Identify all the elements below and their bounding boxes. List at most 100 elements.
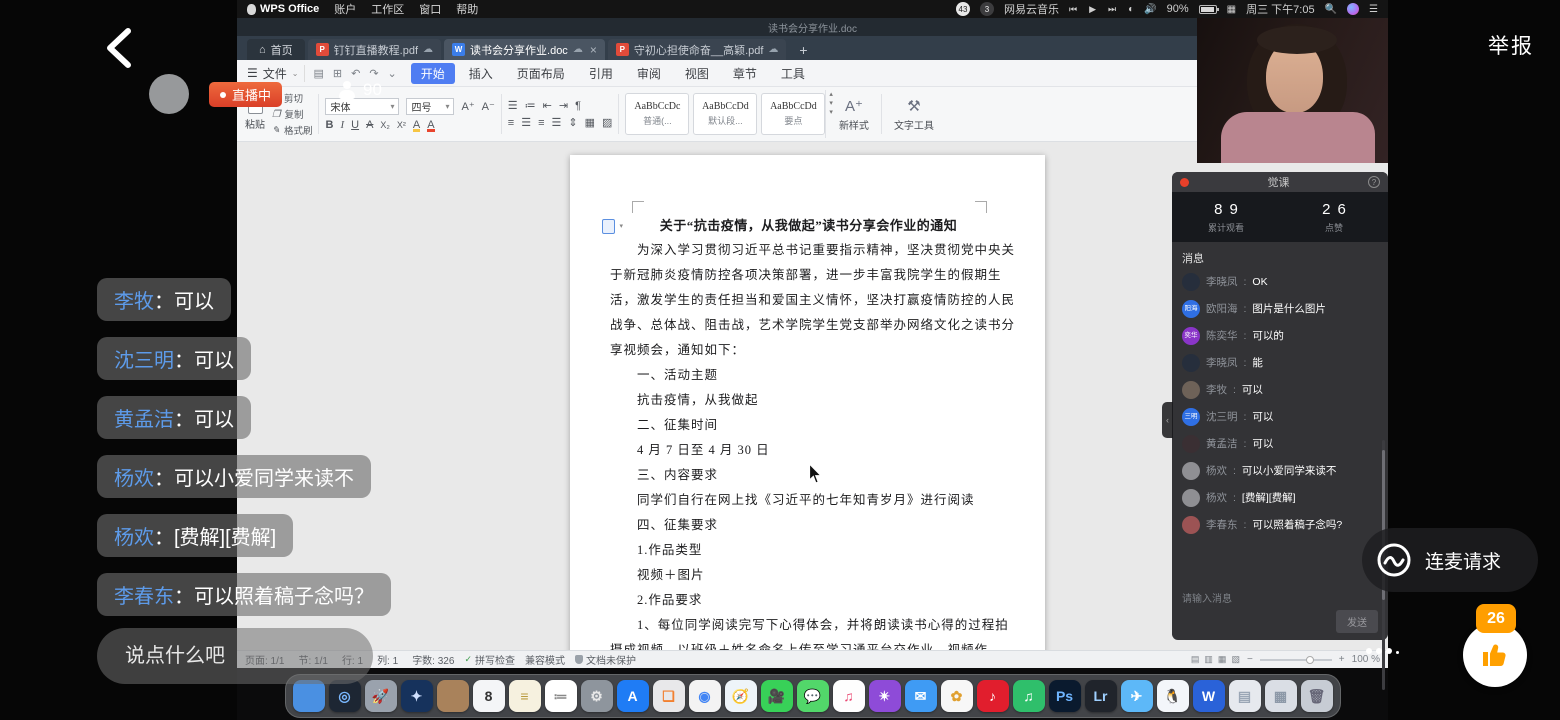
- search-icon[interactable]: 🔍: [1325, 4, 1337, 15]
- style-preset[interactable]: AaBbCcDd 要点: [761, 93, 825, 135]
- shrink-font-button[interactable]: A⁻: [482, 100, 495, 113]
- numbered-list-icon[interactable]: ≔: [525, 99, 536, 112]
- highlight-color-button[interactable]: A: [413, 119, 420, 131]
- dock-app-icon[interactable]: ▦: [1265, 680, 1297, 712]
- spell-check-toggle[interactable]: ✓ 拼写检查: [464, 652, 515, 667]
- text-tool-button[interactable]: ⚒ 文字工具: [888, 90, 940, 138]
- dock-app-icon[interactable]: ⚙: [581, 680, 613, 712]
- close-tab-icon[interactable]: ×: [590, 43, 597, 57]
- new-style-button[interactable]: A⁺ 新样式: [833, 90, 875, 138]
- view-mode-icon[interactable]: ▥: [1204, 654, 1213, 665]
- format-painter-button[interactable]: ✎格式刷: [272, 123, 312, 137]
- font-name-select[interactable]: 宋体▾: [325, 98, 399, 115]
- ribbon-tab[interactable]: 插入: [459, 63, 503, 84]
- paragraph-mark-icon[interactable]: ¶: [575, 100, 581, 112]
- media-next-icon[interactable]: ⏭: [1108, 4, 1118, 15]
- ribbon-tab[interactable]: 开始: [411, 63, 455, 84]
- view-mode-icon[interactable]: ▤: [1191, 654, 1200, 665]
- grow-font-button[interactable]: A⁺: [461, 100, 474, 113]
- strikethrough-button[interactable]: A: [366, 119, 373, 131]
- dock-app-icon[interactable]: ✉: [905, 680, 937, 712]
- undo-icon[interactable]: ↶: [351, 67, 360, 80]
- page-settings-icon[interactable]: [602, 219, 615, 234]
- align-right-icon[interactable]: ≡: [538, 117, 544, 129]
- dock-app-icon[interactable]: 🐧: [1157, 680, 1189, 712]
- dock-app-icon[interactable]: ♪: [977, 680, 1009, 712]
- tab-document-pdf-2[interactable]: P 守初心担使命奋__高颖.pdf ☁: [608, 39, 787, 60]
- bullet-list-icon[interactable]: ☰: [508, 99, 518, 112]
- volume-icon[interactable]: 🔊: [1144, 4, 1156, 15]
- ribbon-tab[interactable]: 审阅: [627, 63, 671, 84]
- dock-app-icon[interactable]: 🚀: [365, 680, 397, 712]
- bold-button[interactable]: B: [325, 119, 333, 131]
- document-page[interactable]: 关于“抗击疫情，从我做起”读书分享会作业的通知 为深入学习贯彻习近平总书记重要指…: [570, 155, 1045, 650]
- save-icon[interactable]: ▤: [313, 67, 323, 80]
- panel-collapse-handle[interactable]: ‹: [1162, 402, 1173, 438]
- help-icon[interactable]: ?: [1368, 176, 1380, 188]
- menu-bar-item[interactable]: 窗口: [419, 1, 441, 17]
- italic-button[interactable]: I: [340, 119, 344, 131]
- music-app-name[interactable]: 网易云音乐: [1004, 1, 1059, 17]
- dock-app-icon[interactable]: W: [1193, 680, 1225, 712]
- dock-app-icon[interactable]: ≔: [545, 680, 577, 712]
- zoom-in-button[interactable]: +: [1339, 654, 1345, 665]
- increase-indent-icon[interactable]: ⇥: [559, 99, 568, 112]
- style-preset[interactable]: AaBbCcDd 默认段...: [693, 93, 757, 135]
- dock-app-icon[interactable]: [437, 680, 469, 712]
- display-icon[interactable]: ◐: [1128, 4, 1134, 15]
- dock-app-icon[interactable]: ♫: [1013, 680, 1045, 712]
- tab-home[interactable]: ⌂ 首页: [247, 39, 305, 60]
- status-badge-b[interactable]: 3: [980, 2, 994, 16]
- dock-app-icon[interactable]: Lr: [1085, 680, 1117, 712]
- protection-status[interactable]: 文档未保护: [575, 652, 636, 667]
- status-badge-a[interactable]: 43: [956, 2, 970, 16]
- dock-app-icon[interactable]: 8: [473, 680, 505, 712]
- font-color-button[interactable]: A: [427, 119, 434, 131]
- ribbon-tab[interactable]: 页面布局: [507, 63, 575, 84]
- dock-app-icon[interactable]: ✦: [401, 680, 433, 712]
- apple-logo-icon[interactable]: [247, 4, 256, 15]
- font-size-select[interactable]: 四号▾: [406, 98, 454, 115]
- copy-button[interactable]: ❐复制: [272, 107, 312, 121]
- send-button[interactable]: 发送: [1336, 610, 1378, 633]
- tab-document-active[interactable]: W 读书会分享作业.doc ☁ ×: [444, 39, 605, 60]
- media-prev-icon[interactable]: ⏮: [1069, 4, 1079, 15]
- view-mode-icon[interactable]: ▦: [1218, 654, 1227, 665]
- tab-document-pdf-1[interactable]: P 钉钉直播教程.pdf ☁: [308, 39, 441, 60]
- dock-app-icon[interactable]: 💬: [797, 680, 829, 712]
- shading-icon[interactable]: ▨: [602, 116, 612, 129]
- control-center-icon[interactable]: ☰: [1369, 4, 1378, 15]
- zoom-out-button[interactable]: −: [1247, 654, 1253, 665]
- zoom-slider-knob[interactable]: [1306, 656, 1314, 664]
- compat-mode-label[interactable]: 兼容模式: [525, 652, 565, 667]
- dock-app-icon[interactable]: ◎: [329, 680, 361, 712]
- ribbon-tab[interactable]: 视图: [675, 63, 719, 84]
- subscript-button[interactable]: X₂: [380, 120, 390, 130]
- mic-request-button[interactable]: 连麦请求: [1362, 528, 1538, 592]
- ribbon-tab[interactable]: 工具: [771, 63, 815, 84]
- chevron-down-icon[interactable]: ⌄: [388, 67, 397, 80]
- dock-app-icon[interactable]: Ps: [1049, 680, 1081, 712]
- host-avatar[interactable]: [149, 74, 189, 114]
- menu-bar-item[interactable]: 工作区: [371, 1, 404, 17]
- new-tab-button[interactable]: +: [789, 42, 817, 60]
- dock-app-icon[interactable]: ♫: [833, 680, 865, 712]
- dock-app-icon[interactable]: ▤: [1229, 680, 1261, 712]
- line-spacing-icon[interactable]: ⇕: [568, 116, 577, 129]
- media-play-icon[interactable]: ▶: [1089, 4, 1098, 15]
- underline-button[interactable]: U: [351, 119, 359, 131]
- dock-app-icon[interactable]: ❏: [653, 680, 685, 712]
- menu-bar-item[interactable]: WPS Office: [260, 3, 319, 15]
- ribbon-tab[interactable]: 章节: [723, 63, 767, 84]
- menu-bar-clock[interactable]: 周三 下午7:05: [1246, 1, 1314, 17]
- ribbon-tab[interactable]: 引用: [579, 63, 623, 84]
- report-button[interactable]: 举报: [1488, 30, 1534, 60]
- grid-icon[interactable]: ▦: [1227, 4, 1236, 15]
- dock-app-icon[interactable]: [293, 680, 325, 712]
- zoom-slider[interactable]: [1260, 659, 1332, 661]
- zoom-percent[interactable]: 100 %: [1352, 654, 1380, 665]
- menu-bar-item[interactable]: 帮助: [456, 1, 478, 17]
- dock-app-icon[interactable]: ✈: [1121, 680, 1153, 712]
- dock-app-icon[interactable]: 🎥: [761, 680, 793, 712]
- print-icon[interactable]: ⊞: [333, 67, 342, 80]
